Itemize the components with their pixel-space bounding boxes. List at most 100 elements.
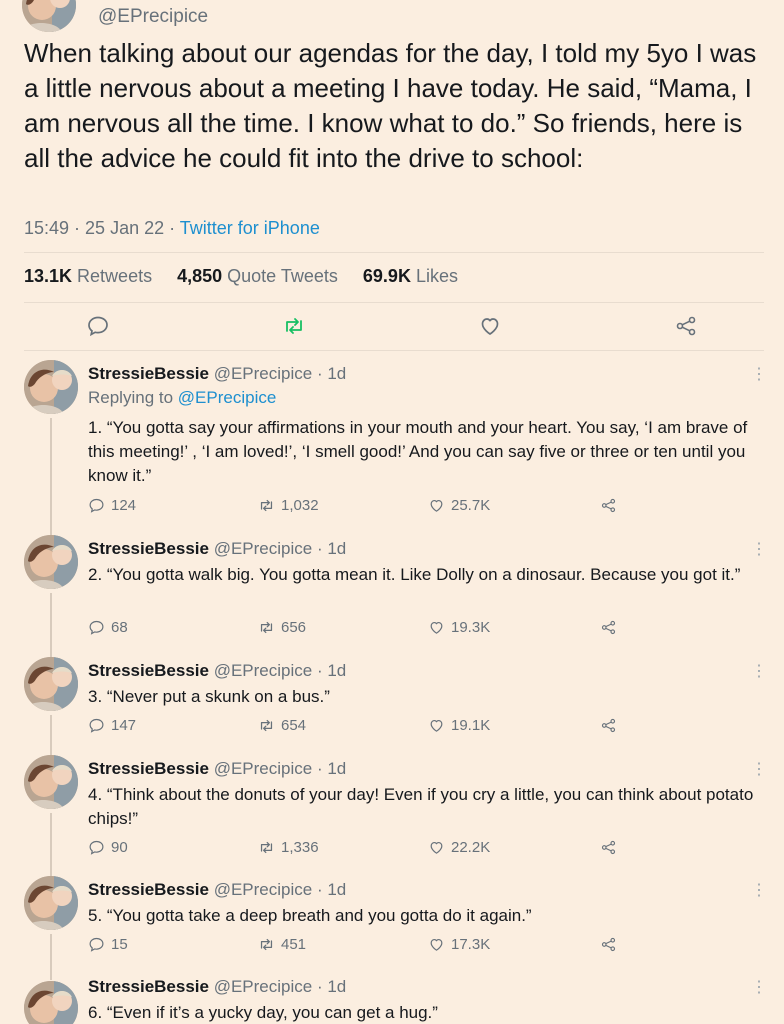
share-icon [600, 717, 617, 734]
tweet-meta: 15:49 · 25 Jan 22 · Twitter for iPhone [24, 218, 320, 239]
more-icon[interactable]: ⋮ [751, 880, 767, 900]
handle-and-time: @EPrecipice · 1d [208, 880, 347, 899]
replying-to: Replying to @EPrecipice [88, 388, 277, 407]
share-button[interactable] [674, 314, 698, 338]
likes-stat[interactable]: 69.9K Likes [363, 266, 458, 286]
reply-tweet[interactable]: StressieBessie @EPrecipice · 1d ⋮ 3. “Ne… [0, 657, 784, 761]
thread-line [50, 813, 52, 883]
retweet-icon [258, 839, 275, 856]
display-name[interactable]: StressieBessie [88, 759, 209, 778]
comment-icon [88, 936, 105, 953]
reply-button[interactable]: 147 [88, 717, 136, 734]
retweet-button[interactable]: 654 [258, 717, 306, 734]
retweet-icon [258, 936, 275, 953]
display-name[interactable]: StressieBessie [88, 661, 209, 680]
handle-and-time: @EPrecipice · 1d [208, 759, 347, 778]
handle-and-time: @EPrecipice · 1d [208, 539, 347, 558]
reply-tweet[interactable]: StressieBessie @EPrecipice · 1d ⋮ 5. “Yo… [0, 876, 784, 980]
heart-icon [428, 497, 445, 514]
share-button[interactable] [600, 936, 623, 953]
more-icon[interactable]: ⋮ [751, 364, 767, 384]
like-button[interactable]: 17.3K [428, 936, 490, 953]
retweet-icon [258, 619, 275, 636]
display-name[interactable]: StressieBessie [88, 364, 209, 383]
share-button[interactable] [600, 839, 623, 856]
avatar-image [24, 360, 78, 414]
share-icon [600, 619, 617, 636]
author-avatar[interactable] [22, 0, 76, 32]
comment-icon [86, 314, 110, 338]
reply-avatar[interactable] [24, 657, 78, 711]
thread-line [50, 418, 52, 538]
reply-button[interactable]: 68 [88, 619, 128, 636]
reply-button[interactable]: 124 [88, 497, 136, 514]
avatar-image [22, 0, 76, 32]
retweet-button[interactable]: 1,032 [258, 497, 319, 514]
reply-header: StressieBessie @EPrecipice · 1d [88, 539, 346, 559]
mention-link[interactable]: @EPrecipice [178, 388, 277, 407]
reply-tweet[interactable]: StressieBessie @EPrecipice · 1d ⋮ 2. “Yo… [0, 535, 784, 663]
reply-avatar[interactable] [24, 981, 78, 1024]
reply-header: StressieBessie @EPrecipice · 1d [88, 759, 346, 779]
reply-button[interactable]: 15 [88, 936, 128, 953]
retweet-button[interactable]: 1,336 [258, 839, 319, 856]
more-icon[interactable]: ⋮ [751, 977, 767, 997]
comment-icon [88, 839, 105, 856]
like-button[interactable]: 22.2K [428, 839, 490, 856]
avatar-image [24, 535, 78, 589]
reply-header: StressieBessie @EPrecipice · 1d [88, 661, 346, 681]
reply-tweet[interactable]: StressieBessie @EPrecipice · 1d ⋮ 6. “Ev… [0, 977, 784, 1024]
display-name[interactable]: StressieBessie [88, 880, 209, 899]
reply-text: 2. “You gotta walk big. You gotta mean i… [88, 565, 741, 584]
like-button[interactable] [478, 314, 502, 338]
share-icon [600, 839, 617, 856]
share-button[interactable] [600, 717, 623, 734]
display-name[interactable]: StressieBessie [88, 539, 209, 558]
handle-and-time: @EPrecipice · 1d [208, 661, 347, 680]
reply-header: StressieBessie @EPrecipice · 1d [88, 977, 346, 997]
avatar-image [24, 755, 78, 809]
share-button[interactable] [600, 619, 623, 636]
more-icon[interactable]: ⋮ [751, 539, 767, 559]
like-button[interactable]: 19.3K [428, 619, 490, 636]
more-icon[interactable]: ⋮ [751, 661, 767, 681]
reply-button[interactable]: 90 [88, 839, 128, 856]
reply-avatar[interactable] [24, 535, 78, 589]
like-button[interactable]: 19.1K [428, 717, 490, 734]
reply-tweet[interactable]: StressieBessie @EPrecipice · 1d ⋮ 4. “Th… [0, 755, 784, 883]
reply-avatar[interactable] [24, 360, 78, 414]
reply-avatar[interactable] [24, 876, 78, 930]
heart-icon [428, 619, 445, 636]
comment-icon [88, 717, 105, 734]
reply-text: 4. “Think about the donuts of your day! … [88, 785, 754, 828]
heart-icon [428, 839, 445, 856]
more-icon[interactable]: ⋮ [751, 759, 767, 779]
retweet-button[interactable] [282, 314, 306, 338]
heart-icon [478, 314, 502, 338]
divider [24, 302, 764, 303]
retweet-icon [282, 314, 306, 338]
reply-tweet[interactable]: StressieBessie @EPrecipice · 1d ⋮ Replyi… [0, 360, 784, 538]
heart-icon [428, 717, 445, 734]
tweet-source[interactable]: Twitter for iPhone [180, 218, 320, 238]
reply-avatar[interactable] [24, 755, 78, 809]
retweet-icon [258, 497, 275, 514]
retweet-button[interactable]: 656 [258, 619, 306, 636]
retweets-stat[interactable]: 13.1K Retweets [24, 266, 152, 286]
thread-line [50, 593, 52, 663]
retweet-button[interactable]: 451 [258, 936, 306, 953]
divider [24, 350, 764, 351]
reply-actions: 68 656 19.3K [88, 619, 768, 639]
like-button[interactable]: 25.7K [428, 497, 490, 514]
share-button[interactable] [600, 497, 623, 514]
tweet-timestamp[interactable]: 15:49 · 25 Jan 22 · [24, 218, 180, 238]
comment-icon [88, 497, 105, 514]
tweet-stats: 13.1K Retweets 4,850 Quote Tweets 69.9K … [24, 266, 478, 287]
quote-tweets-stat[interactable]: 4,850 Quote Tweets [177, 266, 338, 286]
reply-text: 3. “Never put a skunk on a bus.” [88, 687, 330, 706]
handle-and-time: @EPrecipice · 1d [208, 364, 347, 383]
divider [24, 252, 764, 253]
reply-button[interactable] [86, 314, 110, 338]
display-name[interactable]: StressieBessie [88, 977, 209, 996]
author-handle[interactable]: @EPrecipice [98, 6, 208, 28]
